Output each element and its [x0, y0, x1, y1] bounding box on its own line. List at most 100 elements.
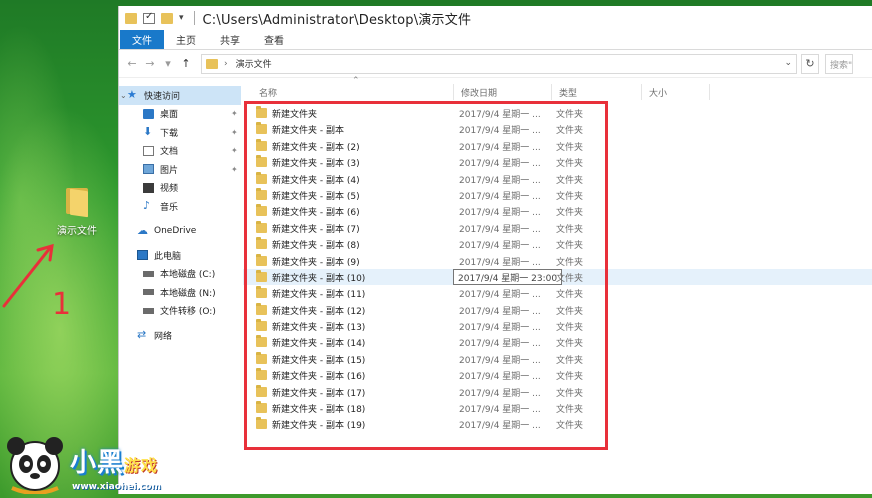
row-name: 新建文件夹 - 副本 (4)	[272, 175, 360, 186]
nav-item-documents[interactable]: 文档 ✦	[119, 142, 241, 161]
network-icon: ⇄	[137, 328, 147, 342]
table-row[interactable]: 新建文件夹 - 副本 (16) 2017/9/4 星期一 ... 文件夹	[243, 367, 872, 383]
music-icon: ♪	[143, 199, 151, 213]
row-type: 文件夹	[556, 306, 584, 317]
watermark-url: www.xiaohei.com	[72, 482, 161, 492]
table-row[interactable]: 新建文件夹 - 副本 (19) 2017/9/4 星期一 ... 文件夹	[243, 416, 872, 432]
desktop-folder-label: 演示文件	[57, 226, 97, 237]
refresh-icon[interactable]: ↻	[801, 53, 819, 74]
table-row[interactable]: 新建文件夹 - 副本 (10) 2017/9/4 星期一 23:00 文件夹	[243, 268, 872, 286]
row-date: 2017/9/4 星期一 ...	[459, 372, 541, 383]
nav-network[interactable]: ⇄ 网络	[119, 326, 241, 345]
row-type: 文件夹	[556, 323, 584, 334]
row-name: 新建文件夹 - 副本 (8)	[272, 241, 360, 252]
nav-label: 本地磁盘 (N:)	[160, 288, 216, 299]
address-bar: ← → ▾ ↑ › 演示文件 ⌄ ↻ 搜索"演	[119, 50, 872, 78]
nav-item-pictures[interactable]: 图片 ✦	[119, 160, 241, 179]
column-date[interactable]: 修改日期	[461, 86, 497, 99]
table-row[interactable]: 新建文件夹 - 副本 (6) 2017/9/4 星期一 ... 文件夹	[243, 203, 872, 219]
annotation-arrow-one: 1	[2, 243, 70, 322]
nav-label: 本地磁盘 (C:)	[160, 270, 216, 281]
properties-icon[interactable]	[143, 11, 155, 24]
nav-label: 此电脑	[154, 251, 182, 262]
nav-label: 图片	[160, 165, 179, 176]
table-row[interactable]: 新建文件夹 - 副本 (15) 2017/9/4 星期一 ... 文件夹	[243, 351, 872, 367]
sort-ascending-icon: ⌃	[352, 76, 360, 86]
address-input[interactable]: › 演示文件 ⌄	[201, 53, 797, 74]
tab-share[interactable]: 共享	[208, 30, 252, 49]
row-name: 新建文件夹 - 副本	[272, 126, 344, 137]
column-type[interactable]: 类型	[559, 86, 577, 99]
row-type: 文件夹	[556, 290, 584, 301]
table-row[interactable]: 新建文件夹 - 副本 (12) 2017/9/4 星期一 ... 文件夹	[243, 302, 872, 318]
back-arrow-icon[interactable]: ←	[123, 57, 141, 70]
table-row[interactable]: 新建文件夹 - 副本 (13) 2017/9/4 星期一 ... 文件夹	[243, 318, 872, 334]
desktop-folder-icon[interactable]: 演示文件	[50, 186, 104, 237]
tab-file[interactable]: 文件	[120, 30, 164, 49]
folder-icon	[256, 253, 267, 266]
recent-dropdown-icon[interactable]: ▾	[159, 57, 177, 70]
customize-quick-access-icon[interactable]: ▾	[179, 13, 184, 23]
table-row[interactable]: 新建文件夹 2017/9/4 星期一 ... 文件夹	[243, 105, 872, 121]
nav-label: 网络	[154, 331, 173, 342]
chevron-right-icon[interactable]: ›	[224, 59, 228, 69]
row-type: 文件夹	[556, 175, 584, 186]
nav-onedrive[interactable]: ☁ OneDrive	[119, 222, 241, 241]
row-name: 新建文件夹 - 副本 (18)	[272, 405, 366, 416]
table-row[interactable]: 新建文件夹 - 副本 (11) 2017/9/4 星期一 ... 文件夹	[243, 285, 872, 301]
row-type: 文件夹	[556, 142, 584, 153]
table-row[interactable]: 新建文件夹 - 副本 (18) 2017/9/4 星期一 ... 文件夹	[243, 400, 872, 416]
folder-icon	[256, 368, 267, 381]
tab-home[interactable]: 主页	[164, 30, 208, 49]
new-folder-icon[interactable]	[161, 12, 173, 24]
nav-label: 文档	[160, 147, 179, 158]
pin-icon: ✦	[231, 146, 238, 156]
video-icon	[143, 182, 154, 193]
table-row[interactable]: 新建文件夹 - 副本 (5) 2017/9/4 星期一 ... 文件夹	[243, 187, 872, 203]
nav-this-pc[interactable]: 此电脑	[119, 246, 241, 265]
nav-label: 桌面	[160, 110, 179, 121]
folder-icon	[256, 237, 267, 250]
date-tooltip: 2017/9/4 星期一 23:00	[453, 268, 563, 285]
folder-icon	[256, 220, 267, 233]
folder-icon	[256, 204, 267, 217]
nav-item-downloads[interactable]: ⬇ 下载 ✦	[119, 123, 241, 142]
chevron-down-icon[interactable]: ⌄	[120, 91, 127, 100]
row-date: 2017/9/4 星期一 ...	[459, 339, 541, 350]
row-type: 文件夹	[556, 126, 584, 137]
nav-drive-n[interactable]: 本地磁盘 (N:)	[119, 283, 241, 302]
up-arrow-icon[interactable]: ↑	[177, 57, 195, 70]
folder-icon	[256, 302, 267, 315]
annotation-one-label: 1	[52, 287, 70, 322]
table-row[interactable]: 新建文件夹 - 副本 2017/9/4 星期一 ... 文件夹	[243, 121, 872, 137]
nav-item-videos[interactable]: 视频	[119, 179, 241, 198]
row-type: 文件夹	[556, 241, 584, 252]
forward-arrow-icon[interactable]: →	[141, 57, 159, 70]
row-type: 文件夹	[556, 405, 584, 416]
explorer-window: ▾ C:\Users\Administrator\Desktop\演示文件 文件…	[118, 6, 872, 494]
chevron-down-icon[interactable]: ⌄	[784, 58, 792, 68]
table-row[interactable]: 新建文件夹 - 副本 (17) 2017/9/4 星期一 ... 文件夹	[243, 384, 872, 400]
column-size[interactable]: 大小	[649, 86, 667, 99]
nav-drive-o[interactable]: 文件转移 (O:)	[119, 302, 241, 321]
nav-label: 文件转移 (O:)	[160, 307, 216, 318]
table-row[interactable]: 新建文件夹 - 副本 (8) 2017/9/4 星期一 ... 文件夹	[243, 236, 872, 252]
folder-icon	[256, 155, 267, 168]
table-row[interactable]: 新建文件夹 - 副本 (4) 2017/9/4 星期一 ... 文件夹	[243, 171, 872, 187]
tab-view[interactable]: 查看	[252, 30, 296, 49]
row-date: 2017/9/4 星期一 ...	[459, 355, 541, 366]
search-input[interactable]: 搜索"演	[825, 53, 853, 74]
nav-item-desktop[interactable]: 桌面 ✦	[119, 105, 241, 124]
table-row[interactable]: 新建文件夹 - 副本 (7) 2017/9/4 星期一 ... 文件夹	[243, 220, 872, 236]
panda-logo-icon	[7, 437, 63, 494]
nav-drive-c[interactable]: 本地磁盘 (C:)	[119, 265, 241, 284]
table-row[interactable]: 新建文件夹 - 副本 (14) 2017/9/4 星期一 ... 文件夹	[243, 334, 872, 350]
column-name[interactable]: 名称	[259, 86, 277, 99]
table-row[interactable]: 新建文件夹 - 副本 (2) 2017/9/4 星期一 ... 文件夹	[243, 138, 872, 154]
folder-icon	[206, 58, 218, 69]
nav-item-music[interactable]: ♪ 音乐	[119, 197, 241, 216]
table-row[interactable]: 新建文件夹 - 副本 (3) 2017/9/4 星期一 ... 文件夹	[243, 154, 872, 170]
nav-quick-access[interactable]: ⌄ ★ 快速访问	[119, 86, 241, 105]
row-date: 2017/9/4 星期一 ...	[459, 257, 541, 268]
table-row[interactable]: 新建文件夹 - 副本 (9) 2017/9/4 星期一 ... 文件夹	[243, 253, 872, 269]
